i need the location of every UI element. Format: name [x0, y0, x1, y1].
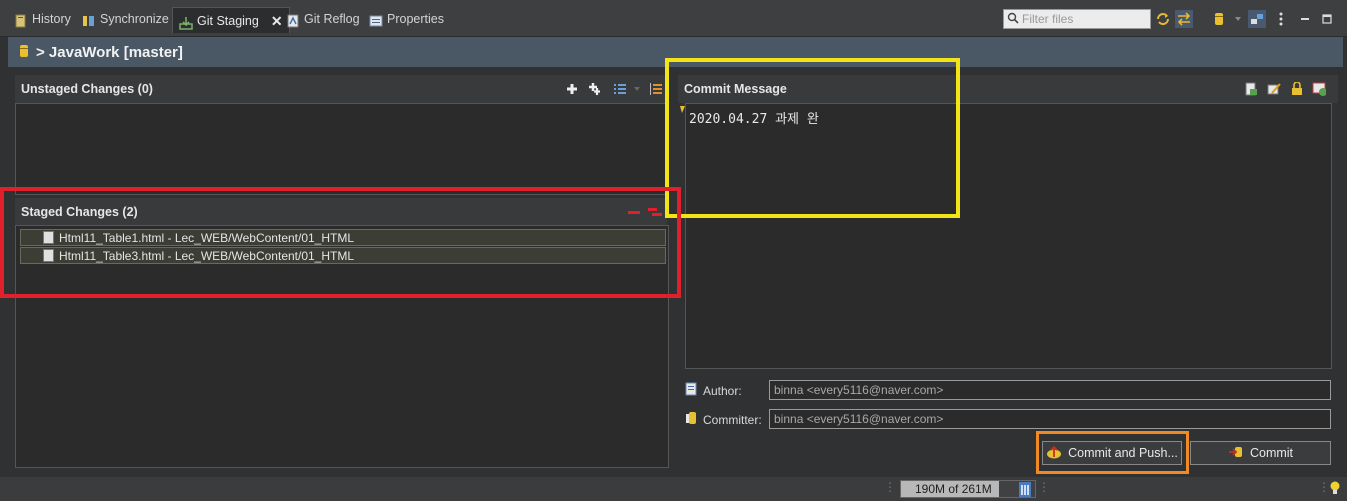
switch-layout-icon[interactable] — [1175, 10, 1193, 28]
filter-files-input[interactable]: Filter files — [1003, 9, 1151, 29]
add-icon[interactable] — [565, 82, 579, 96]
html-file-icon — [43, 231, 54, 244]
repository-icon — [18, 44, 30, 61]
file-label: Html11_Table3.html - Lec_WEB/WebContent/… — [59, 248, 355, 263]
lock-icon[interactable] — [1290, 82, 1304, 96]
file-label: Html11_Table1.html - Lec_WEB/WebContent/… — [59, 230, 355, 245]
commit-icon — [1228, 445, 1244, 462]
tip-lightbulb-icon[interactable] — [1328, 480, 1342, 499]
tab-label: History — [32, 12, 71, 26]
tab-git-staging[interactable]: Git Staging ✕ — [172, 7, 290, 33]
synchronize-icon — [82, 12, 96, 26]
maximize-icon[interactable] — [1318, 10, 1336, 28]
minimize-icon[interactable] — [1296, 10, 1314, 28]
presentation-icon[interactable] — [1248, 10, 1266, 28]
staged-changes-list[interactable]: Html11_Table1.html - Lec_WEB/WebContent/… — [15, 225, 669, 468]
commit-label: Commit — [1249, 446, 1294, 460]
list-item[interactable]: Html11_Table1.html - Lec_WEB/WebContent/… — [20, 229, 666, 246]
commit-message-header: Commit Message — [678, 75, 1338, 103]
history-icon — [14, 12, 28, 28]
unstaged-changes-list[interactable] — [15, 103, 667, 195]
commit-message-text: 2020.04.27 과제 완 — [689, 112, 819, 127]
commit-button[interactable]: Commit — [1190, 441, 1331, 465]
heap-status-text: 190M of 261M — [915, 482, 992, 496]
html-file-icon — [43, 249, 54, 262]
filter-placeholder: Filter files — [1022, 12, 1074, 26]
tab-history[interactable]: History — [14, 7, 71, 31]
spellcheck-marker-icon — [680, 103, 686, 117]
staged-changes-header: Staged Changes (2) — [15, 198, 667, 226]
sort-icon[interactable] — [649, 82, 663, 96]
properties-icon — [369, 12, 383, 27]
unstaged-changes-title: Unstaged Changes (0) — [21, 82, 153, 96]
tab-label: Git Staging — [197, 13, 259, 28]
add-all-icon[interactable] — [588, 82, 602, 96]
status-separator: ⋮ — [1038, 480, 1050, 494]
commit-push-icon — [1046, 445, 1062, 462]
close-icon[interactable]: ✕ — [271, 9, 283, 33]
unstage-icon[interactable] — [627, 205, 641, 219]
tab-git-reflog[interactable]: Git Reflog — [286, 7, 360, 31]
tab-synchronize[interactable]: Synchronize — [82, 7, 169, 31]
commit-message-title: Commit Message — [684, 82, 787, 96]
unstaged-changes-header: Unstaged Changes (0) — [15, 75, 667, 103]
tab-label: Synchronize — [100, 12, 169, 26]
author-field[interactable]: binna <every5116@naver.com> — [769, 380, 1331, 400]
tab-label: Git Reflog — [304, 12, 360, 26]
chevron-down-icon[interactable] — [1229, 10, 1247, 28]
author-value: binna <every5116@naver.com> — [774, 383, 944, 397]
repository-icon[interactable] — [1210, 10, 1228, 28]
git-staging-icon — [179, 14, 193, 30]
chevron-down-icon[interactable] — [630, 82, 644, 96]
committer-field[interactable]: binna <every5116@naver.com> — [769, 409, 1331, 429]
commit-and-push-button[interactable]: Commit and Push... — [1042, 441, 1182, 465]
tab-label: Properties — [387, 12, 444, 26]
committer-label: Committer: — [685, 411, 762, 428]
author-icon — [685, 382, 699, 399]
garbage-collect-icon[interactable] — [1018, 480, 1032, 501]
view-menu-icon[interactable] — [1272, 10, 1290, 28]
git-reflog-icon — [286, 12, 300, 28]
unstage-all-icon[interactable] — [648, 205, 662, 219]
status-separator: ⋮ — [884, 480, 896, 494]
status-bar — [0, 477, 1347, 501]
refresh-icon[interactable] — [1154, 10, 1172, 28]
committer-value: binna <every5116@naver.com> — [774, 412, 944, 426]
view-tab-bar: History Synchronize Git Staging ✕ Git Re… — [0, 0, 1347, 37]
commit-message-input[interactable]: 2020.04.27 과제 완 — [685, 103, 1332, 369]
list-item[interactable]: Html11_Table3.html - Lec_WEB/WebContent/… — [20, 247, 666, 264]
list-presentation-icon[interactable] — [613, 82, 627, 96]
search-icon — [1007, 12, 1019, 27]
add-signed-off-icon[interactable] — [1244, 82, 1258, 96]
staged-changes-title: Staged Changes (2) — [21, 205, 138, 219]
author-label: Author: — [685, 382, 742, 399]
tab-properties[interactable]: Properties — [369, 7, 444, 31]
repository-title: > JavaWork [master] — [36, 43, 183, 61]
commit-and-push-label: Commit and Push... — [1068, 446, 1178, 460]
repository-header: > JavaWork [master] — [8, 37, 1343, 67]
amend-icon[interactable] — [1267, 82, 1281, 96]
heap-status[interactable]: 190M of 261M — [900, 480, 1036, 498]
committer-icon — [685, 411, 699, 428]
change-id-icon[interactable] — [1312, 82, 1326, 96]
